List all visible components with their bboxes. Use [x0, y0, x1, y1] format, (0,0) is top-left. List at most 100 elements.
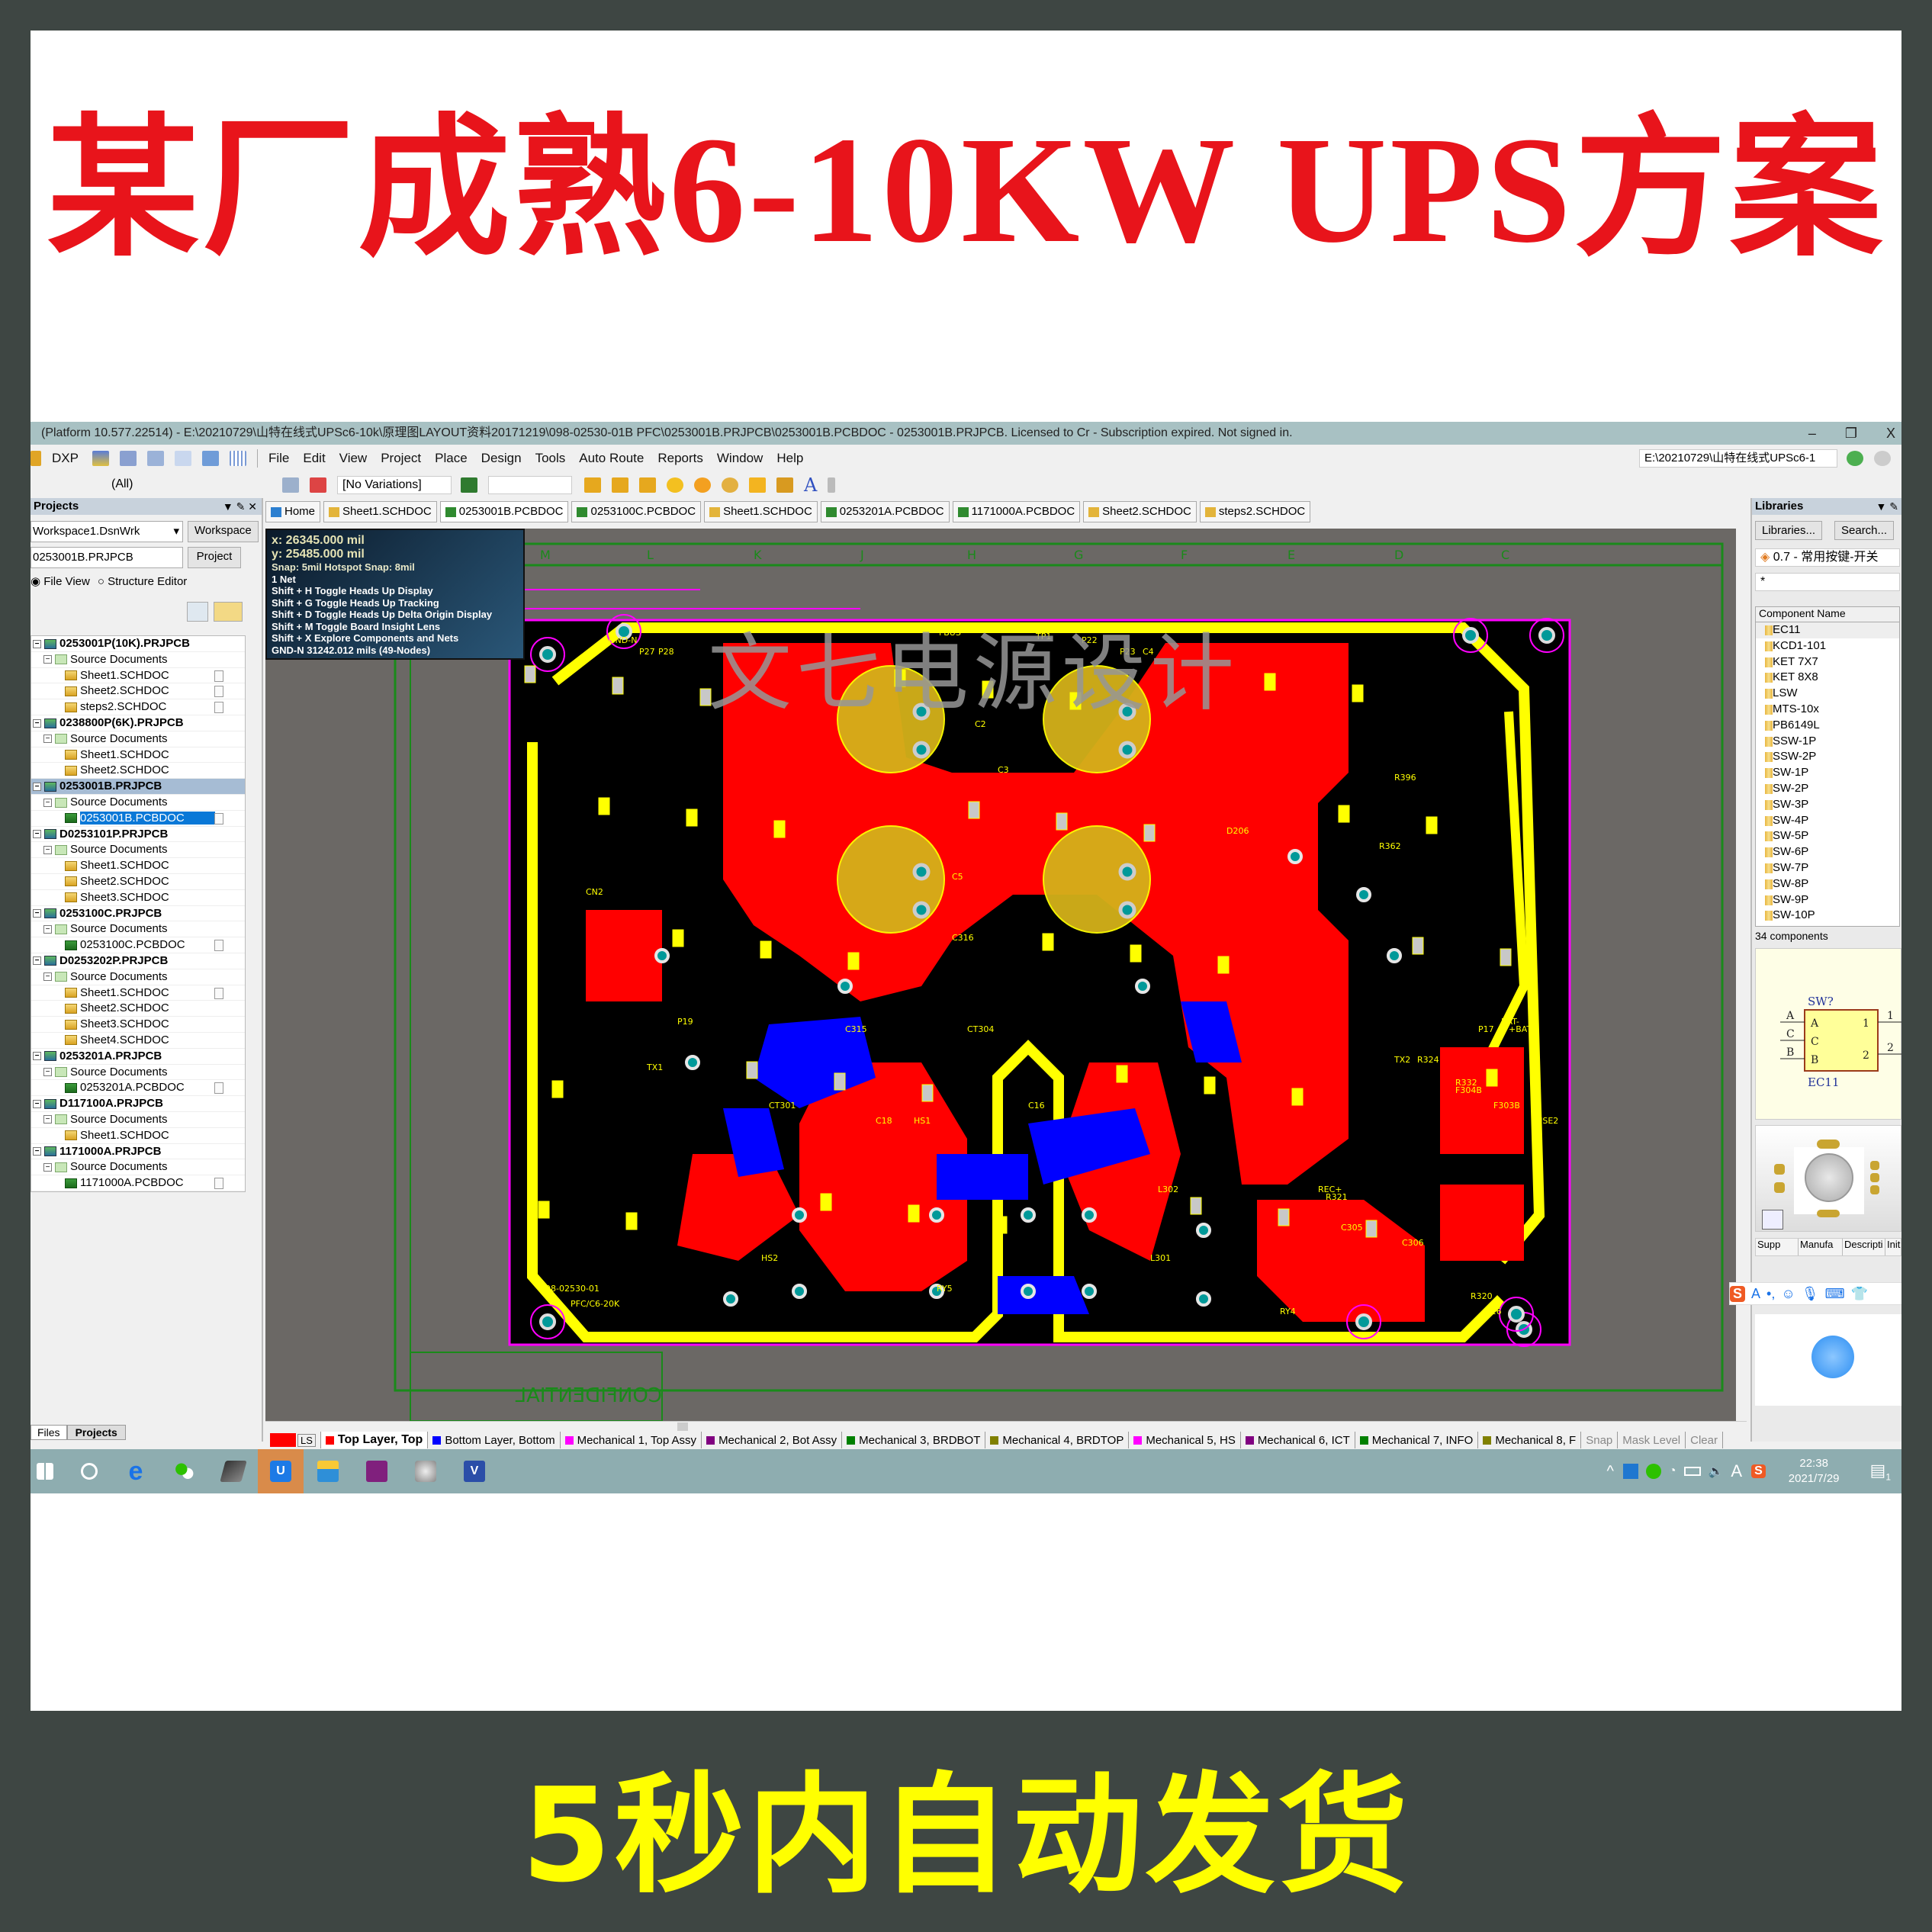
tree-document[interactable]: Sheet2.SCHDOC	[31, 763, 245, 780]
manufacturer-column[interactable]: Manufa	[1799, 1239, 1843, 1255]
skin-icon[interactable]: 👕	[1851, 1286, 1868, 1302]
library-combo[interactable]: ◈ 0.7 - 常用按键-开关	[1755, 548, 1900, 567]
tree-project[interactable]: − 0238800P(6K).PRJPCB	[31, 715, 245, 731]
ime-toolbar[interactable]: S A •, ☺ 🎙 ⌨ 👕	[1729, 1282, 1901, 1305]
layer-tab[interactable]: Mechanical 1, Top Assy	[561, 1432, 702, 1448]
zoom-icon[interactable]	[146, 451, 164, 466]
clear-filter-icon[interactable]	[310, 477, 326, 493]
component-row[interactable]: SSW-2P	[1756, 749, 1899, 765]
files-tab[interactable]: Files	[31, 1425, 67, 1440]
collapse-icon[interactable]: −	[43, 1068, 52, 1077]
hammer-icon[interactable]	[1762, 1210, 1783, 1230]
layer-tab[interactable]: Mechanical 4, BRDTOP	[985, 1432, 1130, 1448]
projects-tab[interactable]: Projects	[66, 1425, 126, 1440]
compile-icon[interactable]	[187, 602, 208, 622]
tree-document[interactable]: Sheet1.SCHDOC	[31, 858, 245, 874]
menu-reports[interactable]: Reports	[657, 451, 703, 466]
doc-tab[interactable]: Home	[265, 501, 321, 522]
polygon-icon[interactable]	[776, 477, 793, 493]
docs-icon[interactable]	[201, 451, 219, 466]
component-row[interactable]: SW-8P	[1756, 876, 1899, 892]
menu-design[interactable]: Design	[481, 451, 522, 466]
tree-document[interactable]: 0253100C.PCBDOC	[31, 937, 245, 953]
ime-mode-icon[interactable]: A	[1751, 1286, 1760, 1302]
doc-tab[interactable]: 0253001B.PCBDOC	[439, 501, 569, 522]
visual-studio-icon[interactable]: V	[464, 1461, 485, 1482]
tray-wechat-icon[interactable]	[1645, 1464, 1661, 1479]
component-row[interactable]: KCD1-101	[1756, 638, 1899, 654]
pcb-3d-icon[interactable]	[461, 477, 477, 493]
tree-project[interactable]: − D117100A.PRJPCB	[31, 1096, 245, 1112]
menu-project[interactable]: Project	[381, 451, 421, 466]
pad-icon[interactable]	[667, 477, 683, 493]
tree-document[interactable]: Sheet1.SCHDOC	[31, 668, 245, 684]
back-icon[interactable]	[1847, 451, 1863, 466]
collapse-icon[interactable]: −	[33, 782, 41, 791]
tree-folder[interactable]: − Source Documents	[31, 842, 245, 859]
tree-project[interactable]: − D0253101P.PRJPCB	[31, 827, 245, 843]
altium-icon[interactable]	[220, 1461, 247, 1482]
project-field[interactable]: 0253001B.PRJPCB	[31, 547, 183, 568]
notification-icon[interactable]: ▤1	[1870, 1461, 1891, 1482]
layer-tab[interactable]: Mechanical 7, INFO	[1355, 1432, 1479, 1448]
fill-icon[interactable]	[749, 477, 766, 493]
component-row[interactable]: SW-5P	[1756, 828, 1899, 844]
clock[interactable]: 22:38 2021/7/29	[1789, 1456, 1840, 1487]
tree-document[interactable]: 0253001B.PCBDOC	[31, 811, 245, 827]
doc-tab[interactable]: Sheet1.SCHDOC	[323, 501, 437, 522]
component-row[interactable]: KET 7X7	[1756, 654, 1899, 670]
tree-folder[interactable]: − Source Documents	[31, 731, 245, 747]
collapse-icon[interactable]: −	[33, 1147, 41, 1156]
minimize-button[interactable]: –	[1808, 422, 1816, 445]
forward-icon[interactable]	[1874, 451, 1891, 466]
arc-icon[interactable]	[722, 477, 738, 493]
layer-tab[interactable]: Bottom Layer, Bottom	[428, 1432, 561, 1448]
panel-menu-icon[interactable]: ▼ ✎	[1876, 498, 1898, 515]
collapse-icon[interactable]: −	[43, 924, 52, 934]
pcb-canvas[interactable]: NMLKJHGFEDCGND-NP27P28+BUSTP1P22P23C4C2C…	[265, 529, 1747, 1421]
component-row[interactable]: SW-9P	[1756, 892, 1899, 908]
collapse-icon[interactable]: −	[43, 972, 52, 982]
collapse-icon[interactable]: −	[43, 735, 52, 744]
tree-project[interactable]: − 0253001P(10K).PRJPCB	[31, 636, 245, 652]
ime-indicator[interactable]: A	[1731, 1461, 1742, 1481]
collapse-icon[interactable]: −	[33, 639, 41, 648]
tree-document[interactable]: Sheet2.SCHDOC	[31, 874, 245, 890]
3d-builder-icon[interactable]	[415, 1461, 436, 1482]
supplier-column[interactable]: Supp	[1756, 1239, 1799, 1255]
menu-window[interactable]: Window	[717, 451, 763, 466]
battery-icon[interactable]	[1683, 1467, 1701, 1476]
layer-tab[interactable]: Top Layer, Top	[320, 1432, 429, 1448]
tree-document[interactable]: 1171000A.PCBDOC	[31, 1175, 245, 1191]
filter-icon[interactable]	[282, 477, 299, 493]
start-icon[interactable]	[37, 1463, 53, 1480]
component-row[interactable]: SW-4P	[1756, 813, 1899, 829]
collapse-icon[interactable]: −	[33, 1099, 41, 1108]
workspace-button[interactable]: Workspace	[188, 521, 259, 542]
snap-button[interactable]: Snap	[1581, 1432, 1619, 1448]
libraries-button[interactable]: Libraries...	[1755, 521, 1823, 540]
tree-folder[interactable]: − Source Documents	[31, 652, 245, 668]
menu-edit[interactable]: Edit	[303, 451, 325, 466]
tree-document[interactable]: Sheet1.SCHDOC	[31, 1128, 245, 1144]
menu-view[interactable]: View	[339, 451, 368, 466]
tree-document[interactable]: 0253201A.PCBDOC	[31, 1080, 245, 1097]
doc-tab[interactable]: 0253201A.PCBDOC	[820, 501, 950, 522]
tree-document[interactable]: steps2.SCHDOC	[31, 699, 245, 715]
collapse-icon[interactable]: −	[43, 1162, 52, 1172]
layer-set-button[interactable]: LS	[265, 1432, 321, 1448]
layer-combo[interactable]	[488, 476, 572, 494]
component-row[interactable]: MTS-10x	[1756, 702, 1899, 718]
component-row[interactable]: EC11	[1756, 622, 1899, 638]
tree-folder[interactable]: − Source Documents	[31, 921, 245, 938]
menu-place[interactable]: Place	[435, 451, 468, 466]
edge-icon[interactable]: e	[125, 1458, 146, 1484]
layers-icon[interactable]	[174, 451, 191, 466]
tray-app-icon[interactable]	[1622, 1464, 1638, 1479]
print-icon[interactable]	[119, 451, 137, 466]
filter-combo[interactable]: (All)	[107, 476, 275, 494]
menu-dxp[interactable]: DXP	[52, 451, 79, 466]
wechat-icon[interactable]	[174, 1461, 195, 1482]
search-button[interactable]: Search...	[1834, 521, 1895, 540]
workspace-combo[interactable]: Workspace1.DsnWrk ▾	[31, 521, 183, 542]
